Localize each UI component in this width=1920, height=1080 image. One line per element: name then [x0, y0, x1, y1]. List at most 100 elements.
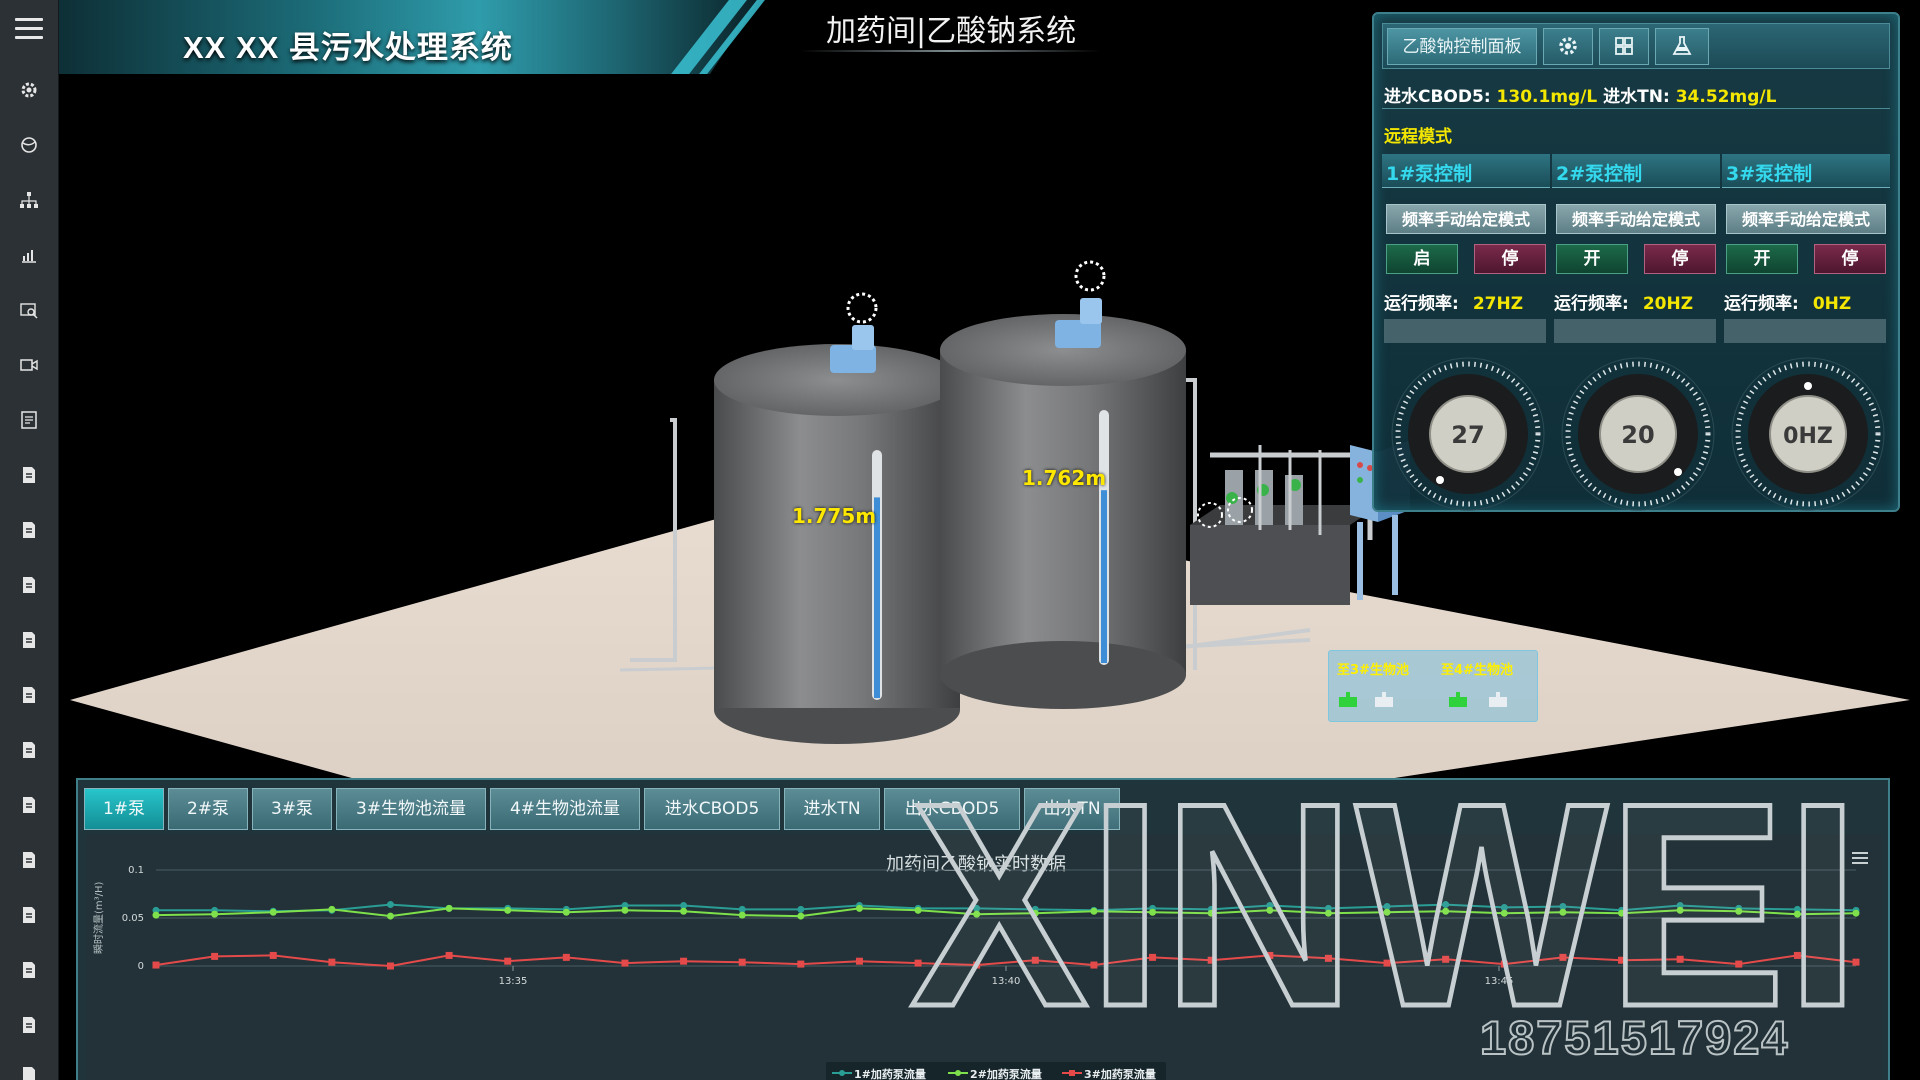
inlet-cbod5-label: 进水CBOD5: [1384, 87, 1491, 107]
app-title: XX XX 县污水处理系统 [183, 30, 513, 65]
pump-3-frequency: 运行频率: 0HZ [1724, 289, 1851, 314]
pump-3-control: 3#泵控制 频率手动给定模式 开 停 运行频率: 0HZ 0HZ [1722, 154, 1890, 514]
data-point [328, 905, 336, 913]
inlet-tn-value: 34.52mg/L [1675, 87, 1777, 107]
tank-2-level-label: 1.762m [1022, 466, 1107, 490]
valve-closed-icon [1375, 692, 1393, 707]
legend-swatch-2 [948, 1070, 968, 1076]
pump-3-freq-value: 0HZ [1812, 294, 1852, 314]
tab-pump-3[interactable]: 3#泵 [252, 788, 332, 830]
pump-3-freq-input[interactable] [1724, 319, 1886, 343]
remote-mode-label: 远程模式 [1384, 127, 1452, 147]
pump-1-freq-label: 运行频率: [1384, 294, 1459, 314]
pump-2-control: 2#泵控制 频率手动给定模式 开 停 运行频率: 20HZ 20 [1552, 154, 1720, 514]
document-icon[interactable] [17, 1015, 41, 1037]
control-panel: 乙酸钠控制面板 进水CBOD5: 130.1mg/L 进水TN: 34.52mg… [1372, 12, 1900, 512]
pump-2-freq-value: 20HZ [1642, 294, 1694, 314]
legend-series-3[interactable]: 3#加药泵流量 [1084, 1066, 1156, 1080]
tank-1-level-label: 1.775m [792, 504, 877, 528]
y-tick-label: 0.05 [122, 913, 144, 924]
document-icon[interactable] [17, 960, 41, 982]
document-icon[interactable] [17, 685, 41, 707]
data-point [445, 951, 453, 959]
pump-3-knob-value: 0HZ [1783, 424, 1833, 449]
pump-3-frequency-knob[interactable]: 0HZ [1728, 354, 1888, 514]
tab-inlet-cbod5[interactable]: 进水CBOD5 [644, 788, 780, 830]
tab-bio-3-flow[interactable]: 3#生物池流量 [336, 788, 486, 830]
pump-2-freq-input[interactable] [1554, 319, 1716, 343]
pump-1-mode-button[interactable]: 频率手动给定模式 [1386, 204, 1546, 234]
inlet-readout: 进水CBOD5: 130.1mg/L 进水TN: 34.52mg/L [1384, 82, 1776, 107]
inlet-cbod5-value: 130.1mg/L [1496, 87, 1598, 107]
tab-inlet-tn[interactable]: 进水TN [784, 788, 880, 830]
x-tick-label: 13:35 [499, 976, 528, 987]
chart-icon[interactable] [17, 245, 41, 267]
valve-icons [1339, 692, 1467, 707]
legend-series-1[interactable]: 1#加药泵流量 [854, 1066, 926, 1080]
pump-3-start-button[interactable]: 开 [1726, 244, 1798, 274]
document-icon[interactable] [17, 575, 41, 597]
document-icon[interactable] [17, 465, 41, 487]
data-point [152, 961, 160, 969]
title-underline [800, 50, 1100, 52]
data-point [269, 951, 277, 959]
data-point [797, 905, 805, 913]
report-icon[interactable] [17, 410, 41, 432]
pump-2-start-button[interactable]: 开 [1556, 244, 1628, 274]
pump-1-freq-input[interactable] [1384, 319, 1546, 343]
tab-sodium-acetate-control[interactable]: 乙酸钠控制面板 [1387, 28, 1537, 65]
globe-icon[interactable] [17, 135, 41, 157]
pump-2-mode-button[interactable]: 频率手动给定模式 [1556, 204, 1716, 234]
legend-series-2[interactable]: 2#加药泵流量 [970, 1066, 1042, 1080]
document-icon[interactable] [17, 740, 41, 762]
gear-icon[interactable] [17, 80, 41, 102]
pump-1-start-button[interactable]: 启 [1386, 244, 1458, 274]
data-point [386, 901, 394, 909]
document-icon[interactable] [17, 630, 41, 652]
document-icon[interactable] [17, 850, 41, 872]
search-image-icon[interactable] [17, 300, 41, 322]
data-point [152, 911, 160, 919]
data-point [855, 904, 863, 912]
data-point [504, 906, 512, 914]
valve-closed-icon[interactable] [1485, 691, 1515, 711]
valve-open-icon [1339, 692, 1357, 707]
pump-2-knob-value: 20 [1621, 421, 1654, 449]
org-chart-icon[interactable] [17, 190, 41, 212]
pump-1-control: 1#泵控制 频率手动给定模式 启 停 运行频率: 27HZ 27 [1382, 154, 1550, 514]
data-point [797, 912, 805, 920]
tab-pump-2[interactable]: 2#泵 [168, 788, 248, 830]
document-icon[interactable] [17, 520, 41, 542]
flask-icon[interactable] [1655, 28, 1709, 65]
document-icon[interactable] [17, 795, 41, 817]
video-icon[interactable] [17, 355, 41, 377]
sidebar [0, 0, 59, 1080]
tab-pump-1[interactable]: 1#泵 [84, 788, 164, 830]
data-point [855, 957, 863, 965]
pump-1-knob-value: 27 [1451, 421, 1484, 449]
gear-icon[interactable] [1543, 28, 1593, 65]
pump-3-mode-button[interactable]: 频率手动给定模式 [1726, 204, 1886, 234]
data-point [797, 960, 805, 968]
data-point [680, 907, 688, 915]
data-point [386, 962, 394, 970]
pump-1-frequency: 运行频率: 27HZ [1384, 289, 1523, 314]
menu-icon[interactable] [15, 18, 43, 42]
document-icon[interactable] [17, 1065, 41, 1080]
data-point [504, 957, 512, 965]
pump-3-stop-button[interactable]: 停 [1814, 244, 1886, 274]
inlet-tn-label: 进水TN: [1603, 87, 1670, 107]
pump-1-frequency-knob[interactable]: 27 [1388, 354, 1548, 514]
grid-icon[interactable] [1599, 28, 1649, 65]
tab-bio-4-flow[interactable]: 4#生物池流量 [490, 788, 640, 830]
pump-3-title: 3#泵控制 [1726, 163, 1813, 185]
pump-2-stop-button[interactable]: 停 [1644, 244, 1716, 274]
pump-2-freq-label: 运行频率: [1554, 294, 1629, 314]
data-point [680, 957, 688, 965]
document-icon[interactable] [17, 905, 41, 927]
pump-2-frequency-knob[interactable]: 20 [1558, 354, 1718, 514]
data-point [562, 953, 570, 961]
data-point [738, 911, 746, 919]
pump-1-stop-button[interactable]: 停 [1474, 244, 1546, 274]
page-title: 加药间|乙酸钠系统 [826, 14, 1077, 49]
